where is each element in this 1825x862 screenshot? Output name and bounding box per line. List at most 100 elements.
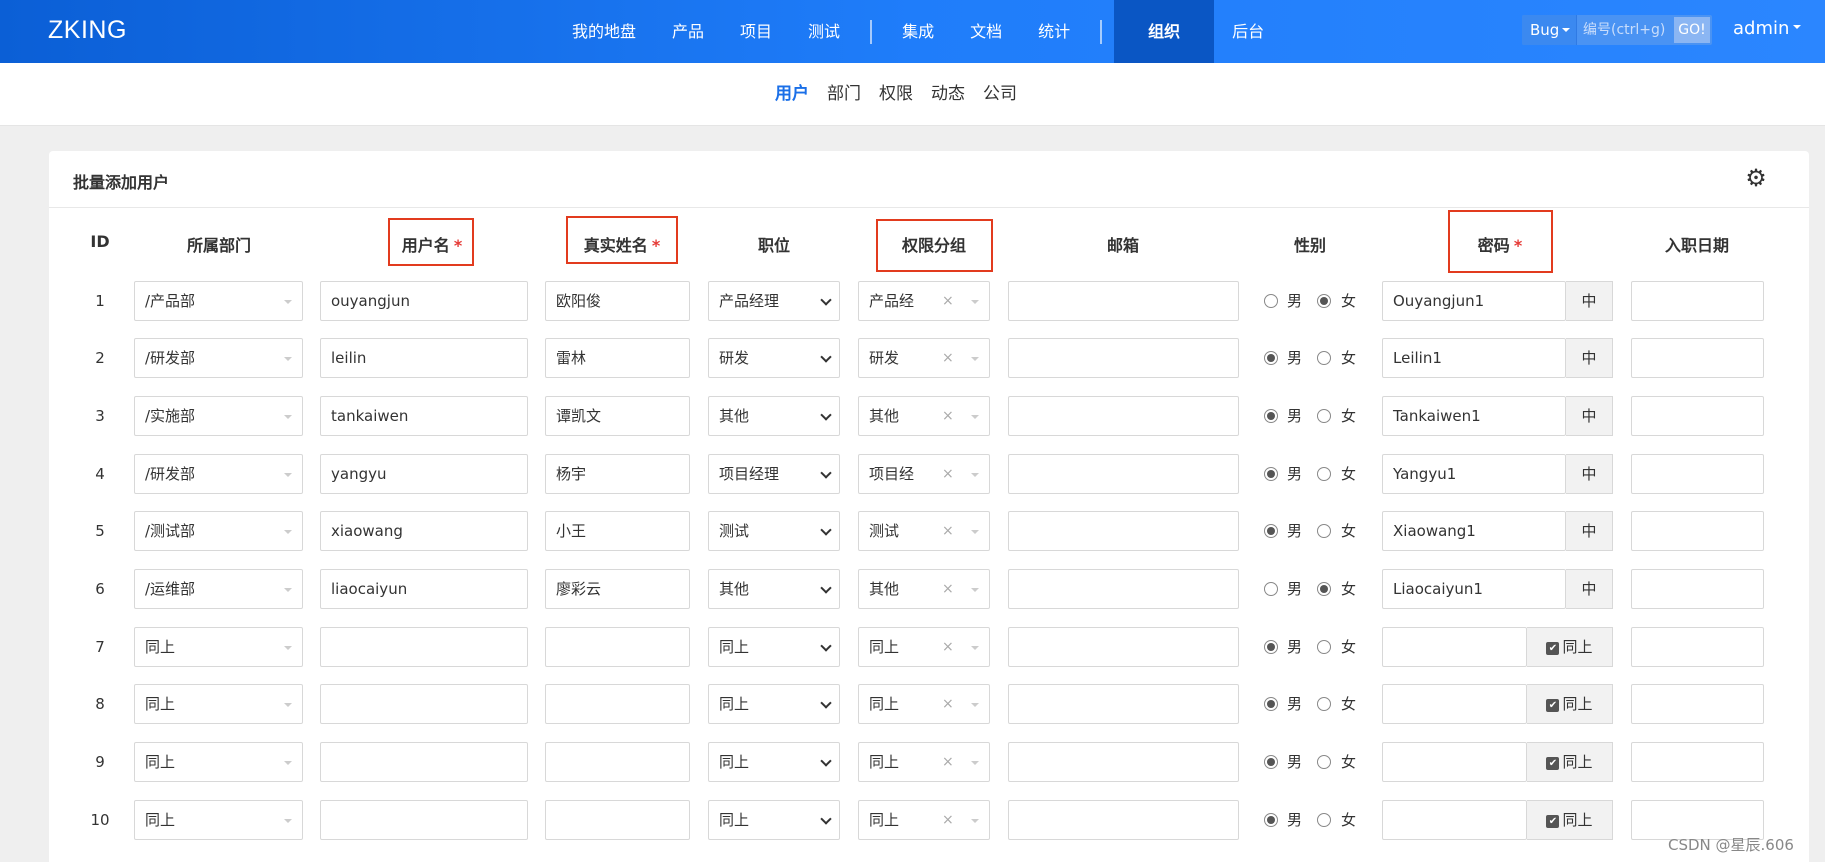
email-input[interactable] <box>1008 396 1239 436</box>
subnav-dynamic[interactable]: 动态 <box>922 63 974 126</box>
same-as-above-checkbox[interactable]: ✔ 同上 <box>1527 742 1613 782</box>
join-date-input[interactable] <box>1631 511 1764 551</box>
group-select[interactable]: 产品经 × <box>858 281 990 321</box>
email-input[interactable] <box>1008 511 1239 551</box>
dept-select[interactable]: 同上 <box>134 684 303 724</box>
clear-icon[interactable]: × <box>942 801 954 839</box>
gender-female-radio[interactable] <box>1317 467 1331 481</box>
gender-female-radio[interactable] <box>1317 524 1331 538</box>
nav-item-integration[interactable]: 集成 <box>884 0 952 63</box>
group-select[interactable]: 测试 × <box>858 511 990 551</box>
account-input[interactable] <box>320 684 528 724</box>
gender-female-radio[interactable] <box>1317 294 1331 308</box>
password-input[interactable]: Liaocaiyun1 <box>1382 569 1566 609</box>
join-date-input[interactable] <box>1631 627 1764 667</box>
join-date-input[interactable] <box>1631 281 1764 321</box>
gender-male-radio[interactable] <box>1264 294 1278 308</box>
search-go-button[interactable]: GO! <box>1674 17 1710 43</box>
group-select[interactable]: 同上 × <box>858 627 990 667</box>
same-as-above-checkbox[interactable]: ✔ 同上 <box>1527 684 1613 724</box>
join-date-input[interactable] <box>1631 338 1764 378</box>
gender-male-radio[interactable] <box>1264 351 1278 365</box>
clear-icon[interactable]: × <box>942 512 954 550</box>
user-menu[interactable]: admin <box>1733 18 1801 39</box>
nav-item-stats[interactable]: 统计 <box>1020 0 1088 63</box>
gender-female-radio[interactable] <box>1317 351 1331 365</box>
role-select[interactable]: 产品经理 <box>708 281 840 321</box>
join-date-input[interactable] <box>1631 684 1764 724</box>
account-input[interactable]: yangyu <box>320 454 528 494</box>
nav-item-project[interactable]: 项目 <box>722 0 790 63</box>
role-select[interactable]: 其他 <box>708 569 840 609</box>
role-select[interactable]: 研发 <box>708 338 840 378</box>
dept-select[interactable]: /实施部 <box>134 396 303 436</box>
group-select[interactable]: 研发 × <box>858 338 990 378</box>
search-input[interactable]: 编号(ctrl+g) <box>1576 15 1674 45</box>
subnav-dept[interactable]: 部门 <box>818 63 870 126</box>
realname-input[interactable]: 欧阳俊 <box>545 281 690 321</box>
realname-input[interactable] <box>545 684 690 724</box>
account-input[interactable]: ouyangjun <box>320 281 528 321</box>
realname-input[interactable] <box>545 742 690 782</box>
join-date-input[interactable] <box>1631 569 1764 609</box>
join-date-input[interactable] <box>1631 742 1764 782</box>
dept-select[interactable]: /研发部 <box>134 338 303 378</box>
dept-select[interactable]: 同上 <box>134 627 303 667</box>
password-input[interactable] <box>1382 742 1527 782</box>
role-select[interactable]: 同上 <box>708 627 840 667</box>
nav-item-admin[interactable]: 后台 <box>1214 0 1282 63</box>
gender-male-radio[interactable] <box>1264 640 1278 654</box>
clear-icon[interactable]: × <box>942 455 954 493</box>
group-select[interactable]: 项目经 × <box>858 454 990 494</box>
join-date-input[interactable] <box>1631 454 1764 494</box>
gender-female-radio[interactable] <box>1317 582 1331 596</box>
account-input[interactable]: liaocaiyun <box>320 569 528 609</box>
same-as-above-checkbox[interactable]: ✔ 同上 <box>1527 627 1613 667</box>
role-select[interactable]: 同上 <box>708 800 840 840</box>
email-input[interactable] <box>1008 742 1239 782</box>
nav-item-doc[interactable]: 文档 <box>952 0 1020 63</box>
account-input[interactable] <box>320 742 528 782</box>
password-input[interactable] <box>1382 627 1527 667</box>
account-input[interactable]: leilin <box>320 338 528 378</box>
role-select[interactable]: 同上 <box>708 684 840 724</box>
subnav-user[interactable]: 用户 <box>766 63 818 126</box>
dept-select[interactable]: /运维部 <box>134 569 303 609</box>
same-as-above-checkbox[interactable]: ✔ 同上 <box>1527 800 1613 840</box>
realname-input[interactable]: 杨宇 <box>545 454 690 494</box>
group-select[interactable]: 其他 × <box>858 569 990 609</box>
password-input[interactable] <box>1382 684 1527 724</box>
group-select[interactable]: 同上 × <box>858 684 990 724</box>
email-input[interactable] <box>1008 338 1239 378</box>
gender-male-radio[interactable] <box>1264 755 1278 769</box>
role-select[interactable]: 其他 <box>708 396 840 436</box>
nav-item-product[interactable]: 产品 <box>654 0 722 63</box>
app-logo[interactable]: ZKING <box>48 16 127 45</box>
gender-female-radio[interactable] <box>1317 755 1331 769</box>
dept-select[interactable]: 同上 <box>134 742 303 782</box>
clear-icon[interactable]: × <box>942 628 954 666</box>
role-select[interactable]: 项目经理 <box>708 454 840 494</box>
password-input[interactable]: Leilin1 <box>1382 338 1566 378</box>
subnav-priv[interactable]: 权限 <box>870 63 922 126</box>
clear-icon[interactable]: × <box>942 397 954 435</box>
realname-input[interactable]: 廖彩云 <box>545 569 690 609</box>
password-input[interactable]: Ouyangjun1 <box>1382 281 1566 321</box>
account-input[interactable]: xiaowang <box>320 511 528 551</box>
gender-female-radio[interactable] <box>1317 697 1331 711</box>
gender-female-radio[interactable] <box>1317 409 1331 423</box>
gender-male-radio[interactable] <box>1264 813 1278 827</box>
realname-input[interactable] <box>545 800 690 840</box>
email-input[interactable] <box>1008 684 1239 724</box>
password-input[interactable]: Xiaowang1 <box>1382 511 1566 551</box>
search-type-dropdown[interactable]: Bug <box>1522 15 1576 45</box>
join-date-input[interactable] <box>1631 396 1764 436</box>
email-input[interactable] <box>1008 800 1239 840</box>
group-select[interactable]: 其他 × <box>858 396 990 436</box>
password-input[interactable]: Yangyu1 <box>1382 454 1566 494</box>
gender-male-radio[interactable] <box>1264 582 1278 596</box>
gear-icon[interactable]: ⚙ <box>1743 165 1769 191</box>
dept-select[interactable]: /研发部 <box>134 454 303 494</box>
gender-female-radio[interactable] <box>1317 813 1331 827</box>
gender-male-radio[interactable] <box>1264 467 1278 481</box>
